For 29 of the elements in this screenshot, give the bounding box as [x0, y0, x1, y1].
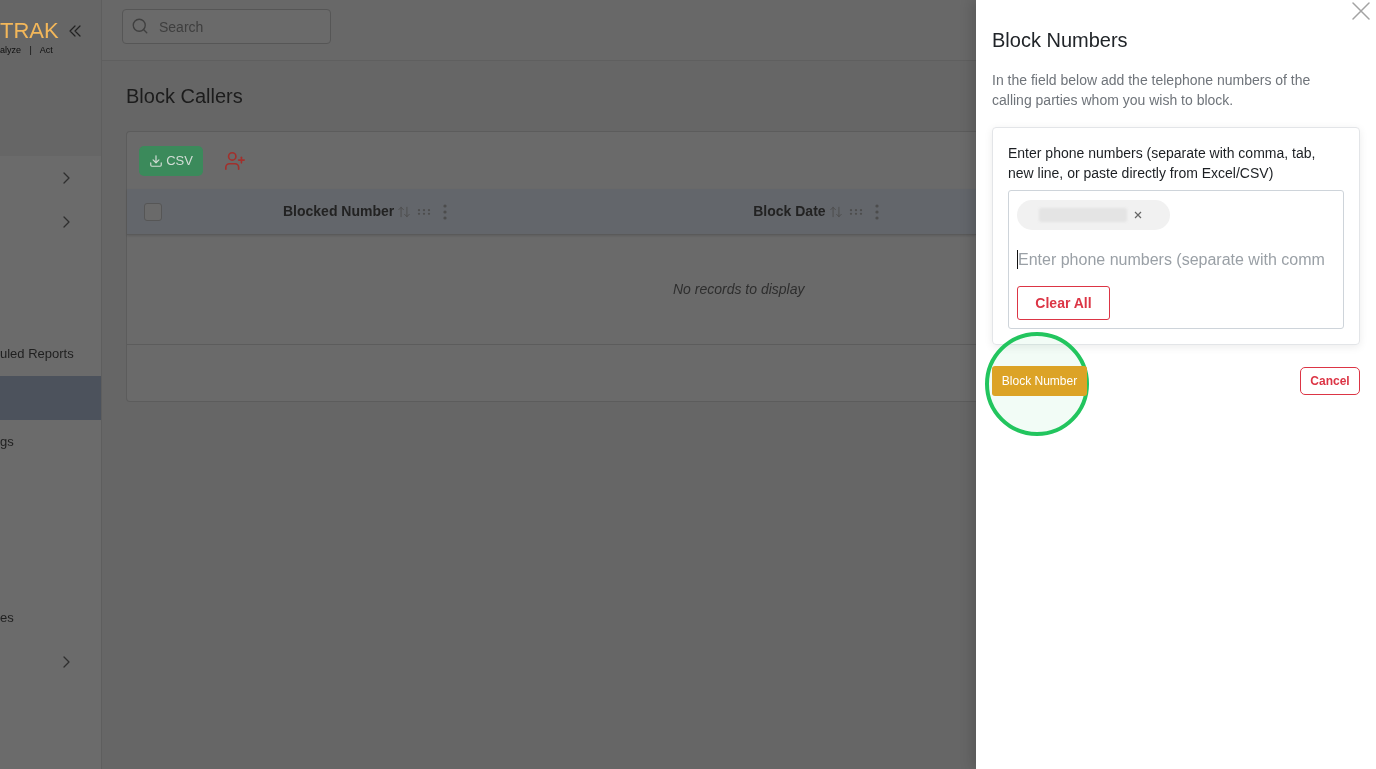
field-label: Enter phone numbers (separate with comma, tab, new line, or paste directly from Excel/CSV) — [1008, 144, 1317, 183]
csv-button[interactable]: CSV — [139, 145, 203, 176]
phone-number-input[interactable]: Enter phone numbers (separate with comm — [1018, 250, 1335, 269]
sort-icon[interactable] — [397, 204, 412, 219]
drawer-description: In the field below add the telephone numbers of the calling parties whom you wish to block. — [992, 71, 1312, 110]
drag-handle-icon[interactable] — [848, 208, 863, 215]
clear-all-button[interactable]: Clear All — [1017, 286, 1110, 320]
collapse-sidebar-icon[interactable] — [68, 25, 81, 37]
page-title: Block Callers — [126, 84, 244, 108]
drawer-title: Block Numbers — [992, 28, 1129, 52]
remove-icon[interactable] — [1134, 211, 1142, 219]
column-header: Blocked Number — [283, 202, 395, 221]
cancel-button[interactable]: Cancel — [1300, 367, 1360, 395]
column-menu-icon[interactable] — [874, 203, 879, 220]
column-menu-icon[interactable] — [443, 203, 448, 220]
logo-tagline: alyze | Act — [0, 45, 54, 56]
block-number-button[interactable]: Block Number — [992, 366, 1087, 396]
add-user-button[interactable] — [224, 149, 246, 172]
search-icon — [131, 17, 149, 35]
empty-message: No records to display — [673, 280, 805, 299]
drag-handle-icon[interactable] — [417, 208, 432, 215]
close-icon — [1352, 2, 1370, 20]
logo-wordmark: TRAK — [0, 19, 59, 43]
user-plus-icon — [224, 149, 246, 172]
close-button[interactable] — [1352, 2, 1370, 20]
download-icon — [149, 153, 164, 168]
sort-icon[interactable] — [828, 204, 843, 219]
column-header: Block Date — [753, 202, 826, 221]
sidebar-item[interactable] — [0, 376, 101, 420]
